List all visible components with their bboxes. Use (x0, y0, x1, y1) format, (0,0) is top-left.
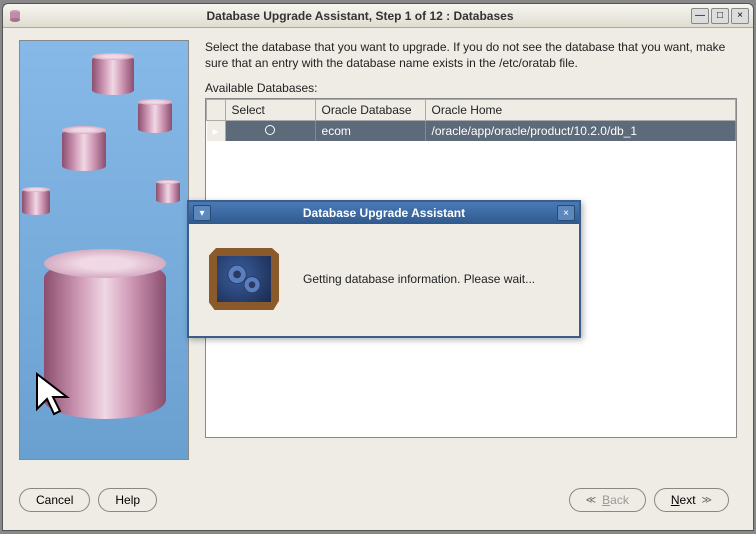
cursor-icon (32, 369, 82, 419)
minimize-button[interactable]: — (691, 8, 709, 24)
col-select[interactable]: Select (225, 100, 315, 121)
help-button[interactable]: Help (98, 488, 157, 512)
col-oracle-database[interactable]: Oracle Database (315, 100, 425, 121)
instruction-text: Select the database that you want to upg… (205, 40, 737, 71)
close-button[interactable]: × (731, 8, 749, 24)
chevron-right-icon: ≫ (702, 495, 712, 506)
titlebar[interactable]: Database Upgrade Assistant, Step 1 of 12… (3, 4, 753, 28)
row-select-radio[interactable] (225, 121, 315, 142)
col-oracle-home[interactable]: Oracle Home (425, 100, 735, 121)
dialog-body: Getting database information. Please wai… (189, 224, 579, 334)
app-icon (7, 8, 23, 24)
chevron-left-icon: ≪ (586, 495, 596, 506)
window-title: Database Upgrade Assistant, Step 1 of 12… (29, 9, 691, 23)
next-button[interactable]: Next ≫ (654, 488, 729, 512)
dialog-minimize-button[interactable]: ▾ (193, 205, 211, 221)
row-db-name: ecom (315, 121, 425, 142)
available-databases-label: Available Databases: (205, 81, 737, 95)
row-marker: ▸ (207, 121, 226, 142)
row-oracle-home: /oracle/app/oracle/product/10.2.0/db_1 (425, 121, 735, 142)
back-label: ack (610, 493, 629, 507)
maximize-button[interactable]: □ (711, 8, 729, 24)
wizard-sidebar-image (19, 40, 189, 460)
dialog-close-button[interactable]: × (557, 205, 575, 221)
cancel-button[interactable]: Cancel (19, 488, 90, 512)
dialog-message: Getting database information. Please wai… (303, 272, 535, 286)
next-label: ext (680, 493, 696, 507)
wizard-button-bar: Cancel Help ≪ Back Next ≫ (3, 478, 753, 522)
back-button[interactable]: ≪ Back (569, 488, 646, 512)
gears-icon (205, 244, 283, 314)
dialog-title: Database Upgrade Assistant (211, 206, 557, 220)
main-window: Database Upgrade Assistant, Step 1 of 12… (2, 3, 754, 531)
scroll-header (207, 100, 226, 121)
window-controls: — □ × (691, 8, 749, 24)
progress-dialog: ▾ Database Upgrade Assistant × (187, 200, 581, 338)
table-row[interactable]: ▸ ecom /oracle/app/oracle/product/10.2.0… (207, 121, 736, 142)
dialog-titlebar[interactable]: ▾ Database Upgrade Assistant × (189, 202, 579, 224)
